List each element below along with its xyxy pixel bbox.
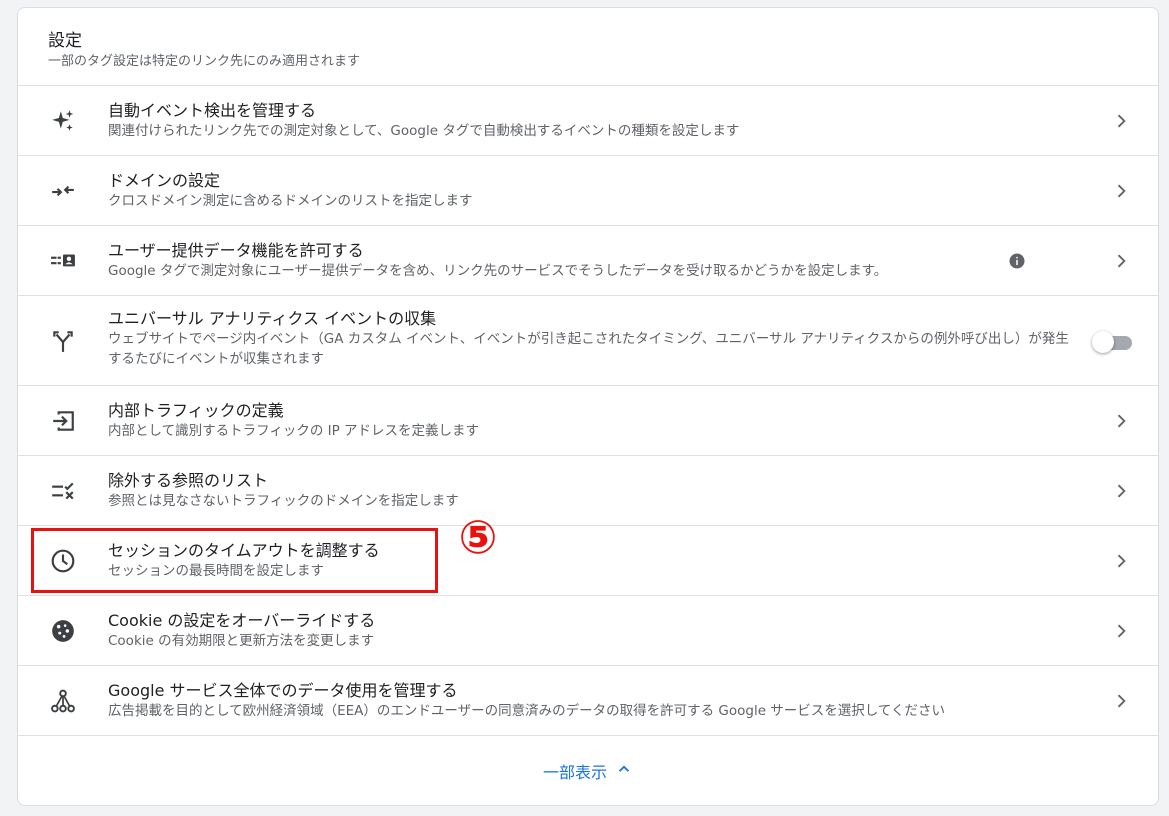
show-less-label: 一部表示 [542,762,607,782]
fork-icon [50,328,76,354]
row-internal-traffic[interactable]: 内部トラフィックの定義 内部として識別するトラフィックの IP アドレスを定義し… [18,386,1158,456]
row-label: ドメインの設定 [108,171,221,190]
row-description: 関連付けられたリンク先での測定対象として、Google タグで自動検出するイベン… [108,123,740,139]
show-less-button[interactable]: 一部表示 [543,759,633,783]
clock-icon [50,548,76,574]
row-session-timeout[interactable]: セッションのタイムアウトを調整する セッションの最長時間を設定します [18,526,1158,596]
chevron-right-icon [1111,111,1131,131]
row-label: 内部トラフィックの定義 [108,401,284,420]
settings-card: 設定 一部のタグ設定は特定のリンク先にのみ適用されます 自動イベント検出を管理す… [17,7,1159,806]
chevron-right-icon [1111,411,1131,431]
settings-title: 設定 [48,31,82,51]
row-description: 広告掲載を目的として欧州経済領域（EEA）のエンドユーザーの同意済みのデータの取… [108,703,945,719]
row-description: 内部として識別するトラフィックの IP アドレスを定義します [108,423,480,439]
merge-arrows-icon [50,178,76,204]
row-description: クロスドメイン測定に含めるドメインのリストを指定します [108,193,473,209]
row-description: セッションの最長時間を設定します [108,563,324,579]
row-label: 除外する参照のリスト [108,471,269,490]
chevron-up-icon [615,760,633,782]
row-cookie-override[interactable]: Cookie の設定をオーバーライドする Cookie の有効期限と更新方法を変… [18,596,1158,666]
chevron-right-icon [1111,251,1131,271]
settings-header: 設定 一部のタグ設定は特定のリンク先にのみ適用されます [48,30,360,71]
chevron-right-icon [1111,551,1131,571]
row-description: Cookie の有効期限と更新方法を変更します [108,633,375,649]
row-google-services-data[interactable]: Google サービス全体でのデータ使用を管理する 広告掲載を目的として欧州経済… [18,666,1158,736]
row-label: Google サービス全体でのデータ使用を管理する [108,681,458,700]
row-referral-exclusion[interactable]: 除外する参照のリスト 参照とは見なさないトラフィックのドメインを指定します [18,456,1158,526]
chevron-right-icon [1111,181,1131,201]
row-description: ウェブサイトでページ内イベント（GA カスタム イベント、イベントが引き起こされ… [108,331,1069,367]
cookie-icon [50,618,76,644]
settings-subtitle: 一部のタグ設定は特定のリンク先にのみ適用されます [48,54,361,69]
row-label: 自動イベント検出を管理する [108,101,317,120]
login-arrow-icon [50,408,76,434]
ua-collection-toggle[interactable] [1092,330,1136,353]
card-footer: 一部表示 [18,738,1158,803]
row-label: ユーザー提供データ機能を許可する [108,241,364,260]
annotation-number: ⑤ [458,510,498,564]
chevron-right-icon [1111,481,1131,501]
row-label: Cookie の設定をオーバーライドする [108,611,376,630]
row-description: Google タグで測定対象にユーザー提供データを含め、リンク先のサービスでそう… [108,263,888,279]
row-description: 参照とは見なさないトラフィックのドメインを指定します [108,493,459,509]
row-auto-event-detection[interactable]: 自動イベント検出を管理する 関連付けられたリンク先での測定対象として、Googl… [18,86,1158,156]
row-label: ユニバーサル アナリティクス イベントの収集 [108,309,437,328]
row-ua-event-collection: ユニバーサル アナリティクス イベントの収集 ウェブサイトでページ内イベント（G… [18,296,1158,386]
toggle-thumb [1092,330,1114,353]
list-exclude-icon [50,478,76,504]
chevron-right-icon [1111,691,1131,711]
sparkle-icon [50,108,76,134]
network-icon [50,688,76,714]
info-icon[interactable] [1008,252,1026,270]
settings-list: 自動イベント検出を管理する 関連付けられたリンク先での測定対象として、Googl… [18,85,1158,736]
row-domain-settings[interactable]: ドメインの設定 クロスドメイン測定に含めるドメインのリストを指定します [18,156,1158,226]
chevron-right-icon [1111,621,1131,641]
row-user-provided-data[interactable]: ユーザー提供データ機能を許可する Google タグで測定対象にユーザー提供デー… [18,226,1158,296]
contact-card-icon [50,248,76,274]
row-label: セッションのタイムアウトを調整する [108,541,380,560]
